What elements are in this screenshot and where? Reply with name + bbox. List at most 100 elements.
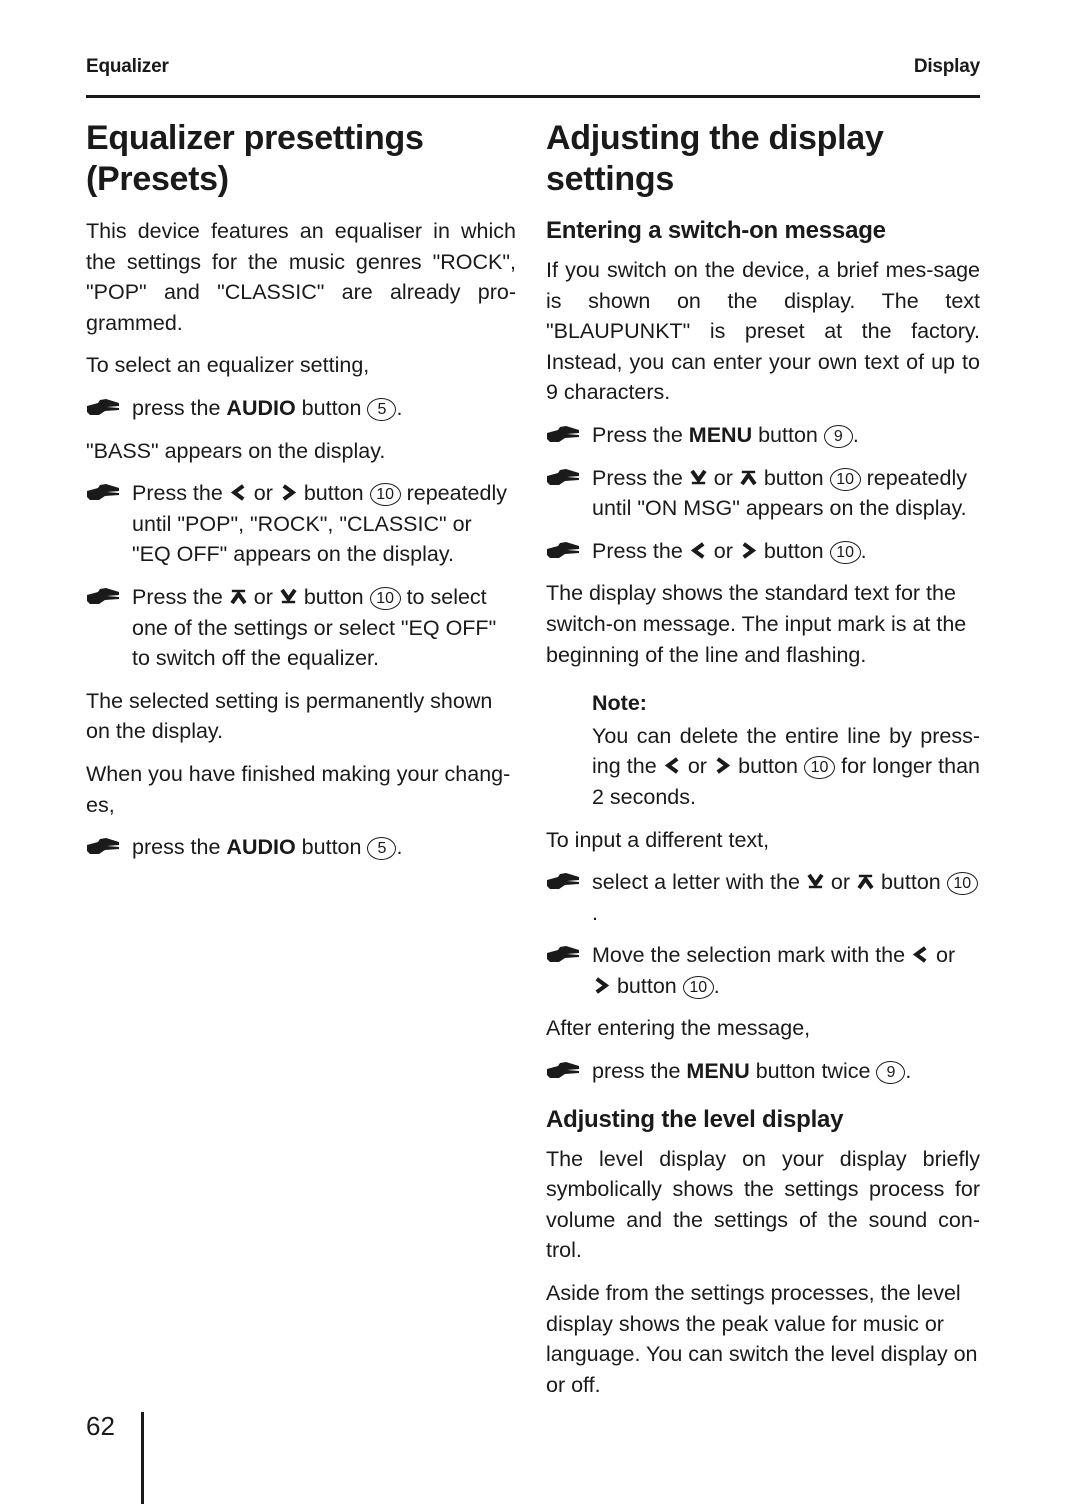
step-text-mid: button: [295, 395, 368, 420]
right-column: Adjusting the display settings Entering …: [546, 118, 980, 1412]
step-press-down-up-1: Press the or button 10 repeatedly until …: [546, 463, 980, 524]
step-text-post: .: [592, 900, 598, 925]
paragraph-level-1: The level display on your display briefl…: [546, 1146, 980, 1263]
left-chevron-icon: [229, 483, 248, 502]
ref-number-10: 10: [946, 872, 978, 896]
step-press-up-down-1: Press the or button 10 to select one of …: [86, 582, 516, 674]
ref-number-10: 10: [829, 467, 861, 491]
step-text-mid: button: [875, 870, 947, 895]
step-press-menu-1: Press the MENU button 9.: [546, 420, 980, 451]
section-heading-level-display: Adjusting the level display: [546, 1105, 844, 1133]
manicule-icon: [546, 944, 580, 966]
step-text-or: or: [930, 943, 956, 968]
right-chevron-icon: [739, 541, 758, 560]
step-text-mid: button: [297, 481, 370, 506]
step-text-pre: select a letter with the: [592, 870, 806, 895]
paragraph-switch-on-intro: If you switch on the device, a brief mes…: [546, 258, 980, 405]
down-bar-arrow-icon: [806, 872, 825, 891]
right-chevron-icon: [713, 756, 732, 775]
footer-vertical-rule: [141, 1412, 144, 1504]
step-text-mid: button: [757, 465, 830, 490]
manicule-icon: [86, 586, 120, 608]
page-title-right: Adjusting the display settings: [546, 119, 884, 198]
paragraph-intro: This device features an equaliser in whi…: [86, 219, 516, 335]
left-chevron-icon: [911, 945, 930, 964]
step-text-pre: press the: [132, 395, 227, 420]
step-text-pre: Move the selection mark with the: [592, 943, 912, 968]
manicule-icon: [86, 482, 120, 504]
manicule-icon: [546, 1060, 580, 1082]
left-chevron-icon: [663, 756, 682, 775]
step-text-post: .: [713, 973, 720, 998]
step-press-left-right-2: Press the or button 10.: [546, 536, 980, 567]
step-text-post: .: [860, 538, 867, 563]
section-heading-switch-on-message: Entering a switch-on message: [546, 217, 886, 244]
note-text-or: or: [681, 754, 714, 779]
ref-number-9: 9: [876, 1061, 906, 1085]
down-bar-arrow-icon: [689, 468, 708, 487]
running-header: Equalizer Display: [86, 56, 980, 78]
step-press-audio-2: press the AUDIO button 5.: [86, 832, 516, 863]
paragraph-lead-after: After entering the message,: [546, 1016, 811, 1041]
button-label-menu: MENU: [688, 422, 753, 447]
step-text-mid: button: [611, 973, 683, 998]
ref-number-9: 9: [823, 424, 853, 448]
button-label-menu: MENU: [686, 1059, 750, 1084]
step-text-or: or: [247, 584, 279, 609]
paragraph-standard-text: The display shows the standard text for …: [546, 581, 967, 667]
header-divider: [86, 95, 980, 98]
step-text-or: or: [707, 465, 739, 490]
ref-number-5: 5: [367, 397, 397, 421]
up-bar-arrow-icon: [229, 587, 248, 606]
step-text-post: .: [905, 1059, 912, 1084]
ref-number-10: 10: [829, 540, 861, 564]
note-label: Note:: [592, 691, 647, 716]
step-press-menu-twice: press the MENU button twice 9.: [546, 1056, 980, 1087]
manicule-icon: [86, 836, 120, 858]
step-text-pre: Press the: [592, 422, 689, 447]
step-text-pre: Press the: [592, 538, 689, 563]
ref-number-10: 10: [682, 975, 714, 999]
ref-number-10: 10: [369, 586, 401, 610]
step-text-or: or: [707, 538, 739, 563]
manicule-icon: [546, 424, 580, 446]
manicule-icon: [546, 871, 580, 893]
manual-page: Equalizer Display Equalizer presettings …: [0, 0, 1080, 1504]
paragraph-finished-changes: When you have finished making your chang…: [86, 761, 511, 817]
step-text-pre: press the: [592, 1059, 687, 1084]
step-text-or: or: [824, 870, 856, 895]
step-text-post: .: [396, 835, 403, 860]
step-text-pre: press the: [132, 835, 227, 860]
right-chevron-icon: [592, 976, 611, 995]
manicule-icon: [546, 540, 580, 562]
paragraph-bass-appears: "BASS" appears on the display.: [86, 438, 386, 463]
page-title-left: Equalizer presettings (Presets): [86, 119, 424, 198]
paragraph-permanent-setting: The selected setting is permanently show…: [86, 688, 493, 744]
step-move-selection-mark: Move the selection mark with the or butt…: [546, 940, 980, 1001]
step-text-mid: button: [752, 422, 824, 447]
right-chevron-icon: [279, 483, 298, 502]
step-text-or: or: [247, 481, 279, 506]
step-select-letter: select a letter with the or button 10.: [546, 867, 980, 928]
step-text-post: .: [852, 422, 859, 447]
step-press-left-right-1: Press the or button 10 repeatedly until …: [86, 478, 516, 570]
down-bar-arrow-icon: [279, 587, 298, 606]
manicule-icon: [86, 397, 120, 419]
step-text-mid: button twice: [749, 1059, 877, 1084]
step-text-pre: Press the: [592, 465, 689, 490]
ref-number-5: 5: [367, 837, 397, 861]
up-bar-arrow-icon: [856, 872, 875, 891]
note-text-mid: button: [732, 754, 805, 779]
manicule-icon: [546, 467, 580, 489]
step-text-mid: button: [295, 835, 368, 860]
running-header-left: Equalizer: [86, 56, 169, 77]
paragraph-level-2: Aside from the settings processes, the l…: [546, 1281, 978, 1397]
step-text-mid: button: [297, 584, 370, 609]
up-bar-arrow-icon: [739, 468, 758, 487]
paragraph-lead-select: To select an equalizer setting,: [86, 353, 370, 378]
step-text-pre: Press the: [132, 481, 229, 506]
ref-number-10: 10: [804, 756, 836, 780]
button-label-audio: AUDIO: [226, 395, 296, 420]
step-text-mid: button: [757, 538, 830, 563]
note-text: You can delete the entire line by press-…: [592, 721, 980, 813]
